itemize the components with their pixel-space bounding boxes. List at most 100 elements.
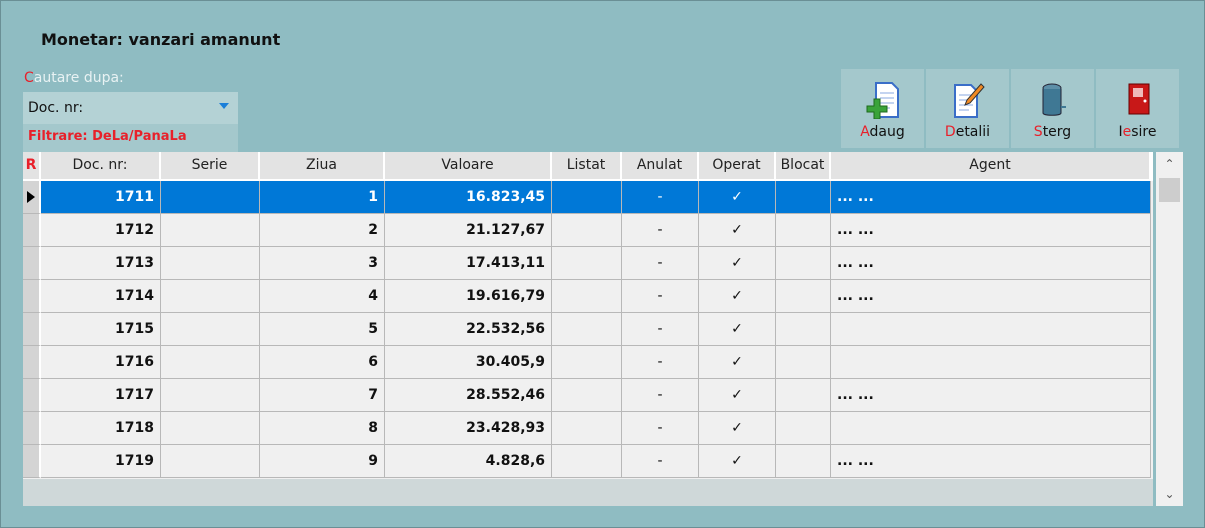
corner-refresh[interactable]: R [23,152,41,181]
col-header[interactable]: Serie [161,152,260,181]
hotkey: A [860,124,870,140]
table-row[interactable]: 1715 5 22.532,56 - ✓ [23,313,1153,346]
window-title: Monetar: vanzari amanunt [41,30,281,49]
cell-anulat: - [622,379,699,412]
cell-serie [161,280,260,313]
cell-agent [831,313,1151,346]
cell-operat: ✓ [699,346,776,379]
scroll-up-icon[interactable]: ⌃ [1156,152,1183,176]
edit-document-icon [953,83,985,118]
cell-valoare: 30.405,9 [385,346,552,379]
cell-doc: 1714 [41,280,161,313]
cell-agent: ... ... [831,181,1151,214]
scroll-down-icon[interactable]: ⌄ [1156,482,1183,506]
scroll-thumb[interactable] [1159,178,1180,202]
col-header[interactable]: Operat [699,152,776,181]
documents-grid[interactable]: R Doc. nr: Serie Ziua Valoare Listat Anu… [23,152,1153,479]
row-selector[interactable] [23,280,41,313]
col-header[interactable]: Blocat [776,152,831,181]
table-row[interactable]: 1716 6 30.405,9 - ✓ [23,346,1153,379]
cell-doc: 1718 [41,412,161,445]
delete-button[interactable]: Sterg [1011,69,1094,148]
cell-serie [161,181,260,214]
table-row[interactable]: 1719 9 4.828,6 - ✓ ... ... [23,445,1153,478]
table-row[interactable]: 1718 8 23.428,93 - ✓ [23,412,1153,445]
cell-doc: 1715 [41,313,161,346]
row-selector[interactable] [23,247,41,280]
row-selector[interactable] [23,313,41,346]
cell-serie [161,313,260,346]
cell-ziua: 7 [260,379,385,412]
cell-serie [161,379,260,412]
cell-listat [552,445,622,478]
cell-ziua: 9 [260,445,385,478]
row-selector[interactable] [23,214,41,247]
cell-listat [552,214,622,247]
table-row[interactable]: 1714 4 19.616,79 - ✓ ... ... [23,280,1153,313]
details-button[interactable]: Detalii [926,69,1009,148]
row-selector[interactable] [23,445,41,478]
chevron-down-icon [219,103,229,109]
cell-valoare: 28.552,46 [385,379,552,412]
cell-listat [552,181,622,214]
label: terg [1042,124,1072,140]
cell-ziua: 2 [260,214,385,247]
cell-anulat: - [622,181,699,214]
search-label-text: autare dupa: [33,70,124,86]
col-header[interactable]: Ziua [260,152,385,181]
add-button[interactable]: Adaug [841,69,924,148]
search-by-dropdown[interactable]: Doc. nr: [23,92,238,124]
table-row[interactable]: 1712 2 21.127,67 - ✓ ... ... [23,214,1153,247]
vertical-scrollbar[interactable]: ⌃ ⌄ [1156,152,1183,506]
label: etalii [955,124,991,140]
cell-doc: 1713 [41,247,161,280]
cell-blocat [776,313,831,346]
cell-ziua: 8 [260,412,385,445]
toolbar: Adaug Detalii Sterg Iesire [841,69,1179,148]
cell-ziua: 4 [260,280,385,313]
cell-serie [161,214,260,247]
cell-blocat [776,412,831,445]
exit-button[interactable]: Iesire [1096,69,1179,148]
current-row-indicator-icon[interactable] [23,181,41,214]
table-row[interactable]: 1711 1 16.823,45 - ✓ ... ... [23,181,1153,214]
table-row[interactable]: 1717 7 28.552,46 - ✓ ... ... [23,379,1153,412]
col-header[interactable]: Valoare [385,152,552,181]
cell-agent: ... ... [831,247,1151,280]
row-selector[interactable] [23,379,41,412]
cell-operat: ✓ [699,214,776,247]
col-header[interactable]: Doc. nr: [41,152,161,181]
cell-valoare: 19.616,79 [385,280,552,313]
cell-operat: ✓ [699,247,776,280]
hotkey: e [1122,124,1132,140]
cell-agent: ... ... [831,379,1151,412]
row-selector[interactable] [23,346,41,379]
filter-label[interactable]: Filtrare: DeLa/PanaLa [23,124,238,152]
cell-blocat [776,280,831,313]
cell-anulat: - [622,412,699,445]
cell-listat [552,379,622,412]
row-selector[interactable] [23,412,41,445]
cell-agent: ... ... [831,445,1151,478]
cell-valoare: 16.823,45 [385,181,552,214]
cell-ziua: 3 [260,247,385,280]
cell-listat [552,412,622,445]
cell-agent [831,412,1151,445]
cell-operat: ✓ [699,379,776,412]
col-header[interactable]: Listat [552,152,622,181]
cell-doc: 1711 [41,181,161,214]
grid-footer [23,479,1153,506]
cell-operat: ✓ [699,445,776,478]
col-header[interactable]: Anulat [622,152,699,181]
cell-anulat: - [622,214,699,247]
col-header[interactable]: Agent [831,152,1151,181]
cell-blocat [776,445,831,478]
cell-serie [161,247,260,280]
search-label: Cautare dupa: [24,70,124,86]
cell-listat [552,313,622,346]
cell-operat: ✓ [699,280,776,313]
table-row[interactable]: 1713 3 17.413,11 - ✓ ... ... [23,247,1153,280]
exit-door-icon [1128,83,1149,115]
cell-listat [552,247,622,280]
cell-blocat [776,346,831,379]
